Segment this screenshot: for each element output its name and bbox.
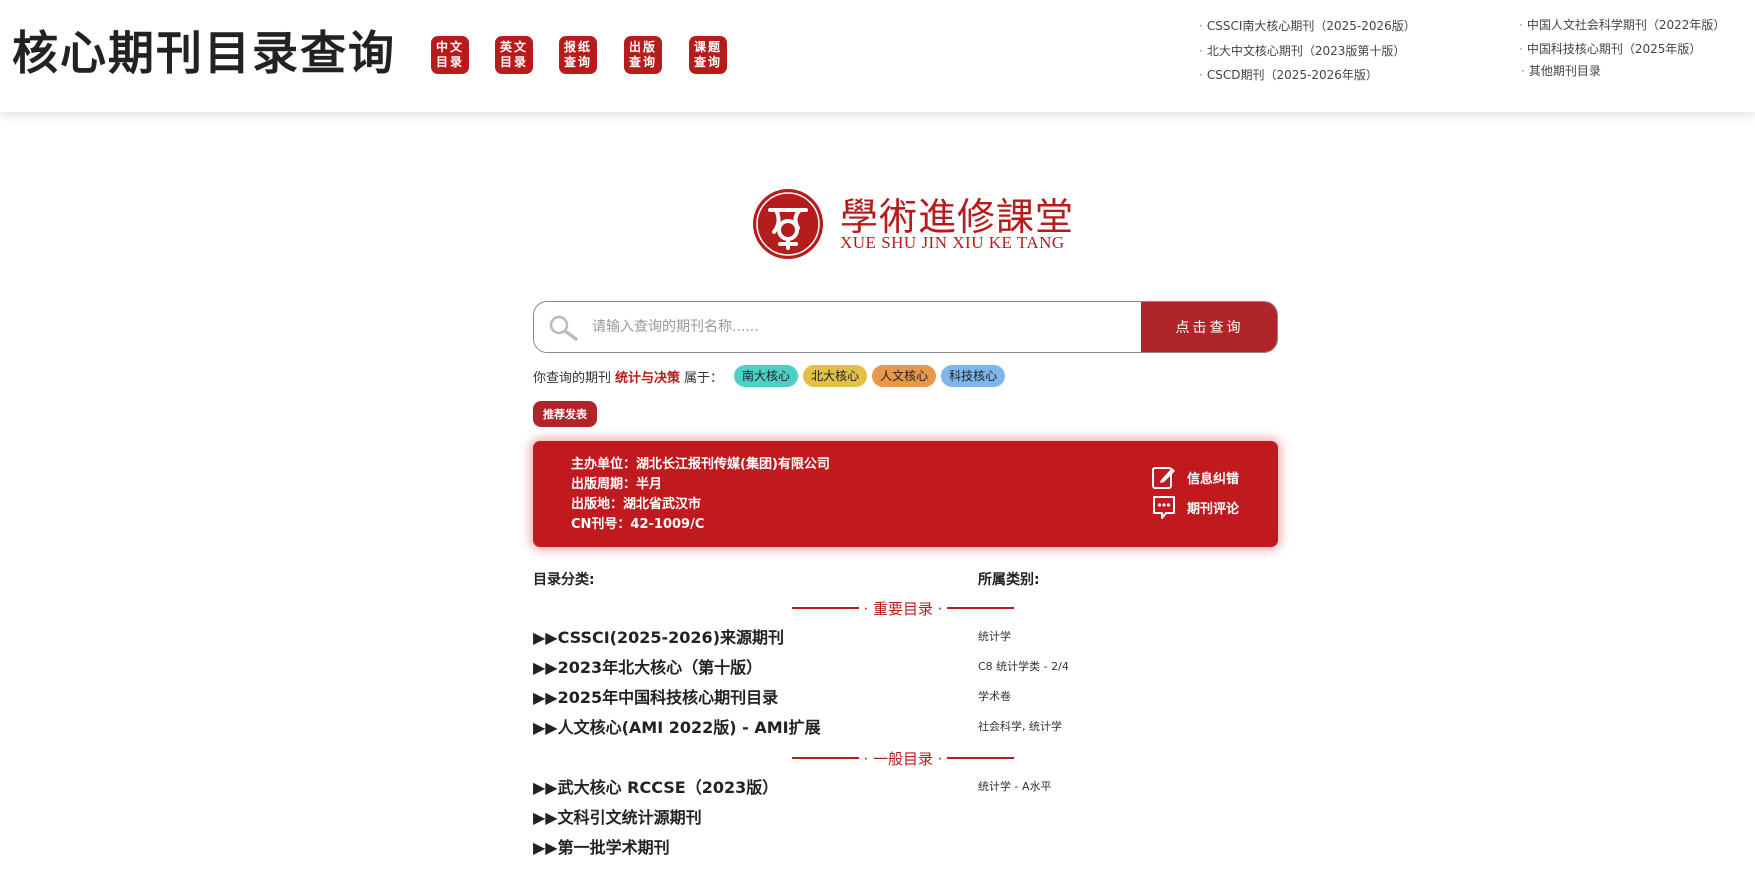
catalog-class-cssci: 统计学 — [978, 630, 1011, 643]
nav-button-line: 目录 — [499, 55, 528, 69]
nav-button-line: 目录 — [435, 55, 464, 69]
nav-chinese-catalog-button[interactable]: 中文 目录 — [431, 36, 469, 74]
tag-scitech-core[interactable]: 科技核心 — [941, 365, 1006, 387]
nav-button-line: 中文 — [435, 40, 464, 54]
nav-publishing-query-button[interactable]: 出版 查询 — [624, 36, 662, 74]
header-link-other[interactable]: · 其他期刊目录 — [1521, 62, 1601, 79]
catalog-category-heading: 目录分类: — [533, 572, 595, 588]
nav-button-line: 报纸 — [563, 40, 592, 54]
header-link-label: 中国科技核心期刊（2025年版） — [1526, 42, 1702, 56]
search-submit-button[interactable]: 点击查询 — [1141, 302, 1277, 352]
info-cn-number: CN刊号：42-1009/C — [571, 517, 705, 532]
catalog-item-pku[interactable]: ▶▶2023年北大核心（第十版） — [533, 657, 762, 679]
journal-belongs-line: 你查询的期刊 统计与决策 属于： 南大核心 北大核心 人文核心 科技核心 — [533, 365, 1006, 387]
header-link-pku[interactable]: · 北大中文核心期刊（2023版第十版） — [1199, 42, 1405, 59]
search-icon — [549, 315, 578, 341]
nav-button-line: 查询 — [693, 55, 722, 69]
site-title: 核心期刊目录查询 — [12, 26, 396, 80]
header-link-label: CSSCI南大核心期刊（2025-2026版） — [1206, 19, 1416, 33]
tag-nanda-core[interactable]: 南大核心 — [734, 365, 799, 387]
link-bullet: · — [1519, 18, 1523, 32]
link-bullet: · — [1199, 19, 1203, 33]
header-link-sci-tech[interactable]: · 中国科技核心期刊（2025年版） — [1519, 40, 1701, 57]
header-link-label: 其他期刊目录 — [1528, 64, 1601, 78]
important-catalog-divider: · 重要目录 · — [792, 598, 1015, 618]
nav-project-query-button[interactable]: 课题 查询 — [689, 36, 727, 74]
catalog-item-citation-source[interactable]: ▶▶文科引文统计源期刊 — [533, 807, 702, 829]
nav-button-line: 课题 — [693, 40, 722, 54]
edit-icon — [1152, 467, 1175, 489]
recommend-publish-button[interactable]: 推荐发表 — [533, 401, 597, 427]
info-correction-label: 信息纠错 — [1187, 471, 1240, 487]
header-link-label: CSCD期刊（2025-2026年版） — [1206, 68, 1378, 82]
belongs-suffix: 属于： — [684, 370, 724, 386]
divider-line — [946, 607, 1015, 609]
top-header: 核心期刊目录查询 中文 目录 英文 目录 报纸 查询 出版 查询 课题 查询 ·… — [0, 0, 1755, 112]
nav-button-line: 查询 — [628, 55, 657, 69]
header-link-cssci[interactable]: · CSSCI南大核心期刊（2025-2026版） — [1199, 17, 1416, 34]
catalog-class-rccse: 统计学 - A水平 — [978, 780, 1052, 793]
catalog-item-rccse[interactable]: ▶▶武大核心 RCCSE（2023版） — [533, 777, 778, 799]
info-location: 出版地：湖北省武汉市 — [571, 497, 702, 512]
catalog-item-ami[interactable]: ▶▶人文核心(AMI 2022版) - AMI扩展 — [533, 717, 821, 739]
general-catalog-divider: · 一般目录 · — [792, 748, 1015, 768]
tag-beida-core[interactable]: 北大核心 — [803, 365, 868, 387]
header-link-label: 北大中文核心期刊（2023版第十版） — [1206, 44, 1406, 58]
catalog-class-scitech: 学术卷 — [978, 690, 1011, 703]
divider-line — [792, 607, 860, 609]
logo-pinyin-text: XUE SHU JIN XIU KE TANG — [840, 233, 1065, 252]
info-correction-button[interactable]: 信息纠错 — [1151, 465, 1239, 489]
catalog-item-scitech[interactable]: ▶▶2025年中国科技核心期刊目录 — [533, 687, 778, 709]
nav-button-line: 查询 — [563, 55, 592, 69]
divider-line — [946, 757, 1015, 759]
info-frequency: 出版周期：半月 — [571, 477, 663, 492]
link-bullet: · — [1199, 44, 1203, 58]
search-bar: 点击查询 — [533, 301, 1278, 353]
journal-info-lines: 主办单位：湖北长江报刊传媒(集团)有限公司 出版周期：半月 出版地：湖北省武汉市… — [571, 455, 830, 535]
seal-logo-icon — [753, 189, 823, 259]
link-bullet: · — [1519, 42, 1523, 56]
header-link-ami[interactable]: · 中国人文社会科学期刊（2022年版） — [1519, 16, 1725, 33]
nav-button-line: 出版 — [628, 40, 657, 54]
journal-name: 统计与决策 — [615, 370, 681, 386]
section-title: · 一般目录 · — [863, 749, 943, 768]
catalog-class-ami: 社会科学, 统计学 — [978, 720, 1062, 733]
journal-comment-button[interactable]: 期刊评论 — [1151, 495, 1239, 519]
comment-icon — [1153, 496, 1175, 519]
catalog-class-heading: 所属类别: — [978, 572, 1040, 588]
section-title: · 重要目录 · — [863, 599, 943, 618]
belongs-prefix: 你查询的期刊 — [533, 370, 612, 386]
divider-line — [792, 757, 860, 759]
journal-search-input[interactable] — [592, 302, 1092, 352]
link-bullet: · — [1521, 64, 1525, 78]
journal-info-card: 主办单位：湖北长江报刊传媒(集团)有限公司 出版周期：半月 出版地：湖北省武汉市… — [533, 441, 1278, 547]
catalog-class-pku: C8 统计学类 - 2/4 — [978, 660, 1069, 673]
tag-humanities-core[interactable]: 人文核心 — [872, 365, 937, 387]
catalog-item-first-batch[interactable]: ▶▶第一批学术期刊 — [533, 837, 670, 859]
catalog-item-cssci[interactable]: ▶▶CSSCI(2025-2026)来源期刊 — [533, 627, 784, 649]
nav-english-catalog-button[interactable]: 英文 目录 — [495, 36, 533, 74]
nav-button-line: 英文 — [499, 40, 528, 54]
nav-newspaper-query-button[interactable]: 报纸 查询 — [559, 36, 597, 74]
site-logo: 學術進修課堂 XUE SHU JIN XIU KE TANG — [752, 188, 1073, 264]
header-link-label: 中国人文社会科学期刊（2022年版） — [1526, 18, 1726, 32]
journal-comment-label: 期刊评论 — [1187, 501, 1240, 517]
link-bullet: · — [1199, 68, 1203, 82]
info-sponsor: 主办单位：湖北长江报刊传媒(集团)有限公司 — [571, 457, 830, 472]
header-link-cscd[interactable]: · CSCD期刊（2025-2026年版） — [1199, 66, 1378, 83]
